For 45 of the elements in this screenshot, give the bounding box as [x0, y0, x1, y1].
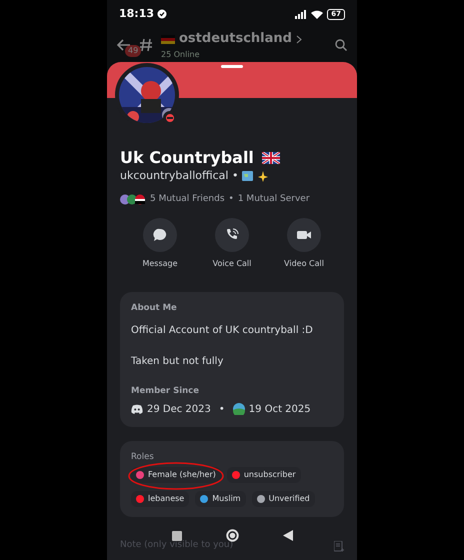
section-heading: About Me: [131, 302, 178, 315]
chevron-icon: [296, 34, 302, 44]
voice-button[interactable]: [215, 218, 249, 252]
channel-hash-icon: [139, 38, 153, 52]
video-button[interactable]: [287, 218, 321, 252]
online-count: 25 Online: [161, 48, 201, 61]
join-date: 29 Dec 2023: [147, 402, 211, 416]
unread-badge: 49: [125, 45, 142, 57]
role-name: Female (she/her): [148, 469, 216, 482]
section-heading: Member Since: [131, 384, 200, 398]
map-icon: [242, 171, 254, 182]
voice-label: Voice Call: [212, 258, 252, 270]
wifi-icon: [311, 10, 324, 18]
server-icon: [232, 403, 245, 415]
video-label: Video Call: [284, 258, 324, 270]
display-name: Uk Countryball: [120, 148, 254, 168]
mutual-servers[interactable]: 1 Mutual Server: [238, 192, 310, 206]
drag-handle[interactable]: [221, 65, 243, 68]
about-text: Taken but not fully: [131, 354, 224, 369]
role-name: unsubscriber: [244, 469, 296, 482]
separator-dot: •: [218, 402, 225, 416]
separator-dot: •: [228, 192, 234, 206]
flag-icon: [161, 34, 175, 44]
mutual-avatars-icon: [120, 194, 146, 205]
role-name: Muslim: [212, 493, 241, 506]
section-heading: Roles: [131, 450, 155, 464]
signal-icon: [295, 10, 308, 18]
join-date: 19 Oct 2025: [248, 402, 311, 416]
message-label: Message: [142, 258, 178, 270]
discord-icon: [131, 404, 143, 414]
search-icon[interactable]: [335, 39, 347, 51]
message-button[interactable]: [143, 218, 177, 252]
role-name: lebanese: [148, 493, 184, 506]
home-icon[interactable]: [226, 529, 238, 542]
message-icon: [152, 227, 168, 243]
status-time: 18:13: [119, 6, 154, 22]
back-icon[interactable]: [282, 530, 292, 541]
username: ukcountryballoffical •: [120, 168, 238, 184]
flag-icon: [262, 152, 280, 164]
about-text: Official Account of UK countryball :D: [131, 324, 314, 338]
verified-icon: [157, 9, 168, 19]
channel-name: ostdeutschland: [179, 30, 292, 48]
mutual-friends[interactable]: 5 Mutual Friends: [150, 192, 225, 206]
role-name: Unverified: [268, 493, 310, 506]
sparkles-icon: [257, 170, 268, 182]
